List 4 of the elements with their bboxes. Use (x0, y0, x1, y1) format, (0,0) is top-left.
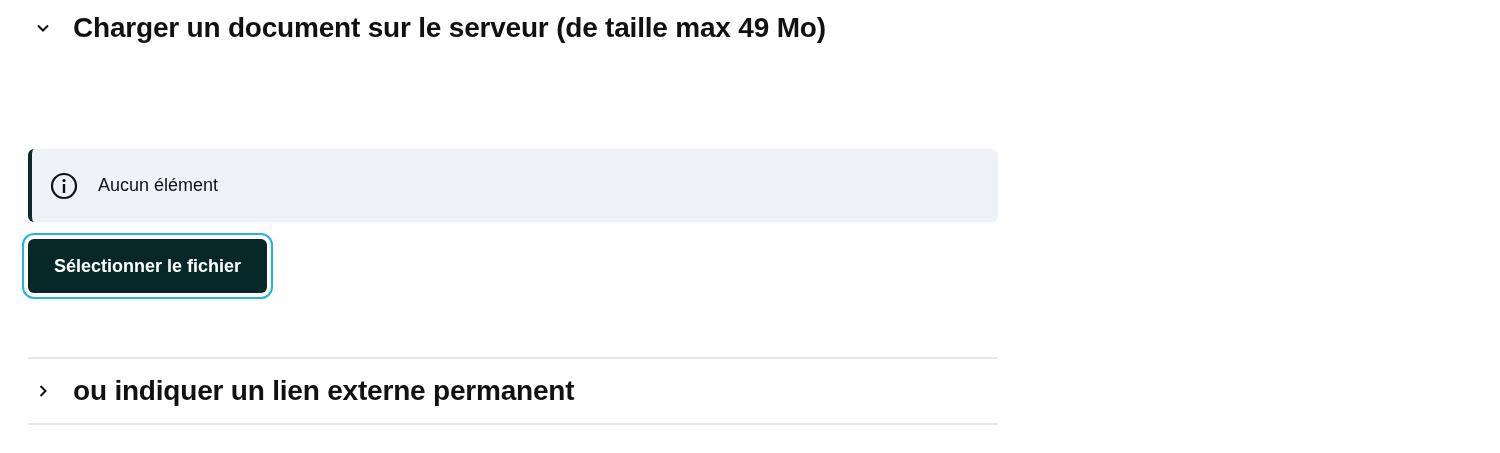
info-icon (50, 171, 78, 200)
section-heading[interactable]: ou indiquer un lien externe permanent (73, 375, 575, 407)
alert-message: Aucun élément (98, 175, 219, 196)
section-heading[interactable]: Charger un document sur le serveur (de taille max 49 Mo) (73, 12, 826, 44)
